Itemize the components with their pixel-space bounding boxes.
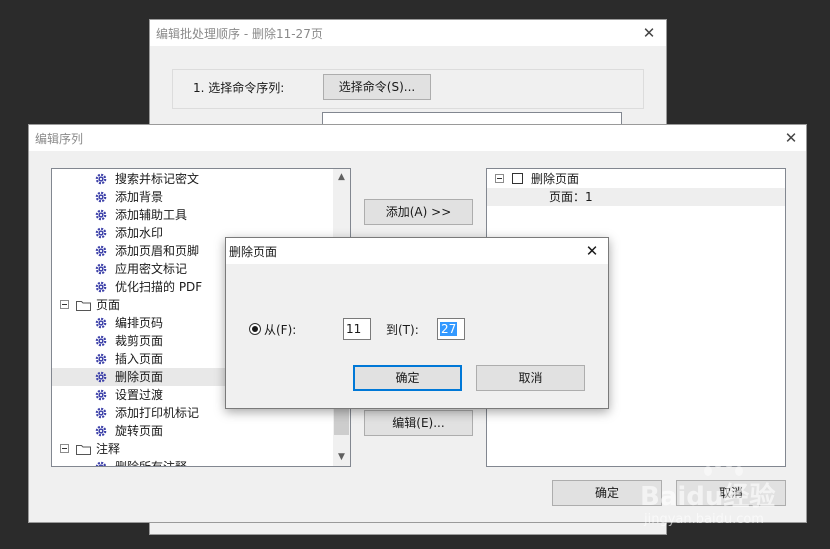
add-button[interactable]: 添加(A) >>	[364, 199, 473, 225]
to-page-input[interactable]: 27	[437, 318, 465, 340]
sequence-detail-row[interactable]: 页面：1	[487, 188, 785, 206]
gear-icon	[95, 245, 107, 257]
tree-item-label: 添加页眉和页脚	[115, 244, 200, 258]
gear-icon	[95, 389, 107, 401]
tree-item-label: 添加辅助工具	[115, 208, 188, 222]
gear-icon	[95, 191, 107, 203]
scroll-down-icon[interactable]: ▼	[333, 449, 350, 466]
delete-pages-titlebar[interactable]: 删除页面 ✕	[226, 238, 608, 264]
batch-sequence-titlebar[interactable]: 编辑批处理顺序 - 删除11-27页 ✕	[150, 20, 666, 46]
delete-ok-button[interactable]: 确定	[353, 365, 462, 391]
watermark-brand: Baidu经验	[640, 482, 776, 512]
tree-item[interactable]: 添加背景	[52, 188, 332, 206]
batch-sequence-title: 编辑批处理顺序 - 删除11-27页	[156, 27, 323, 41]
gear-icon	[95, 371, 107, 383]
gear-icon	[95, 425, 107, 437]
sequence-detail-label: 页面：1	[549, 190, 593, 204]
tree-item-label: 添加水印	[115, 226, 164, 240]
collapse-icon[interactable]	[60, 300, 69, 309]
tree-item-label: 编排页码	[115, 316, 164, 330]
delete-cancel-button[interactable]: 取消	[476, 365, 585, 391]
watermark: Baidu经验 jingyan.baidu.com	[640, 458, 820, 540]
tree-item[interactable]: 旋转页面	[52, 422, 332, 440]
gear-icon	[95, 335, 107, 347]
sequence-item-label: 删除页面	[531, 172, 580, 186]
gear-icon	[95, 407, 107, 419]
gear-icon	[95, 317, 107, 329]
close-icon[interactable]: ✕	[780, 128, 802, 148]
gear-icon	[95, 353, 107, 365]
tree-group[interactable]: 注释	[52, 440, 332, 458]
tree-item-label: 删除所有注释	[115, 460, 188, 467]
tree-item-label: 注释	[96, 442, 121, 456]
radio-selected-icon[interactable]	[249, 323, 261, 335]
close-icon[interactable]: ✕	[638, 23, 660, 43]
step1-label: 1. 选择命令序列:	[193, 81, 285, 95]
choose-command-button[interactable]: 选择命令(S)...	[323, 74, 431, 100]
from-label: 从(F):	[264, 323, 297, 337]
gear-icon	[95, 461, 107, 466]
gear-icon	[95, 263, 107, 275]
tree-item-label: 页面	[96, 298, 121, 312]
from-page-input[interactable]: 11	[343, 318, 371, 340]
tree-item-label: 搜索并标记密文	[115, 172, 200, 186]
tree-item-label: 添加背景	[115, 190, 164, 204]
watermark-url: jingyan.baidu.com	[644, 512, 764, 527]
tree-item-label: 设置过渡	[115, 388, 164, 402]
sequence-item-row[interactable]: 删除页面	[487, 170, 785, 188]
edit-sequence-title: 编辑序列	[35, 132, 84, 146]
tree-item-label: 优化扫描的 PDF	[115, 280, 203, 294]
folder-icon	[76, 445, 91, 455]
close-icon[interactable]: ✕	[581, 241, 603, 261]
tree-item-label: 旋转页面	[115, 424, 164, 438]
collapse-icon[interactable]	[60, 444, 69, 453]
tree-item[interactable]: 删除所有注释	[52, 458, 332, 467]
edit-sequence-titlebar[interactable]: 编辑序列 ✕	[29, 125, 806, 151]
delete-pages-dialog: 删除页面 ✕ 从(F): 11 到(T): 27 确定 取消	[225, 237, 609, 409]
to-label: 到(T):	[386, 323, 419, 337]
edit-button[interactable]: 编辑(E)...	[364, 410, 473, 436]
gear-icon	[95, 209, 107, 221]
to-page-value: 27	[440, 322, 458, 336]
gear-icon	[95, 173, 107, 185]
gear-icon	[95, 227, 107, 239]
tree-item-label: 添加打印机标记	[115, 406, 200, 420]
delete-pages-title: 删除页面	[229, 245, 278, 259]
folder-icon	[76, 301, 91, 311]
checkbox-icon[interactable]	[512, 173, 523, 184]
gear-icon	[95, 281, 107, 293]
scroll-up-icon[interactable]: ▲	[333, 169, 350, 186]
tree-item-label: 删除页面	[115, 370, 164, 384]
tree-item[interactable]: 搜索并标记密文	[52, 170, 332, 188]
tree-item[interactable]: 添加辅助工具	[52, 206, 332, 224]
tree-item-label: 裁剪页面	[115, 334, 164, 348]
collapse-icon[interactable]	[495, 174, 504, 183]
tree-item-label: 插入页面	[115, 352, 164, 366]
tree-item-label: 应用密文标记	[115, 262, 188, 276]
